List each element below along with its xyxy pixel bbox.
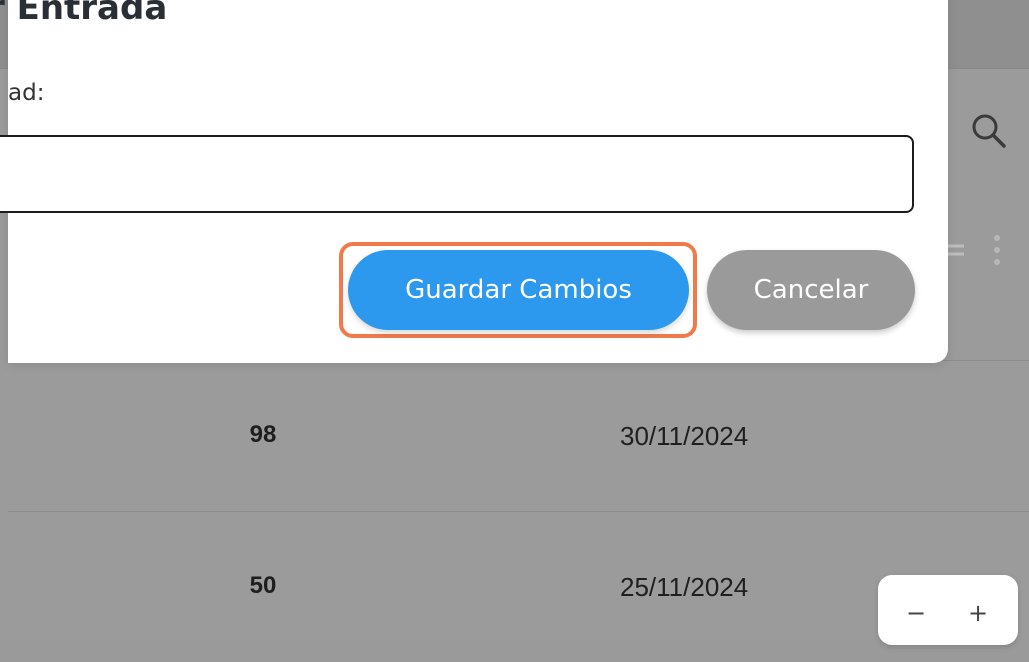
field-label: ad: bbox=[8, 80, 45, 106]
quantity-input[interactable] bbox=[0, 135, 914, 213]
quantity-cell: 98 bbox=[249, 421, 277, 448]
quantity-cell: 50 bbox=[249, 572, 277, 599]
modal-title: r Entrada bbox=[0, 0, 168, 28]
zoom-control: − + bbox=[878, 575, 1018, 645]
zoom-in-button[interactable]: + bbox=[958, 593, 998, 633]
table-row: 50 25/11/2024 bbox=[8, 511, 1029, 662]
search-icon[interactable] bbox=[968, 110, 1008, 150]
date-cell: 30/11/2024 bbox=[620, 421, 749, 451]
table-row: 98 30/11/2024 bbox=[8, 360, 1029, 511]
equals-icon bbox=[946, 238, 966, 262]
zoom-out-button[interactable]: − bbox=[896, 593, 936, 633]
more-vert-icon[interactable] bbox=[988, 232, 1006, 270]
date-cell: 25/11/2024 bbox=[620, 572, 749, 602]
save-changes-button[interactable]: Guardar Cambios bbox=[348, 250, 689, 330]
edit-entry-modal: r Entrada ad: Guardar Cambios Cancelar bbox=[0, 0, 948, 363]
cancel-button[interactable]: Cancelar bbox=[707, 250, 915, 330]
